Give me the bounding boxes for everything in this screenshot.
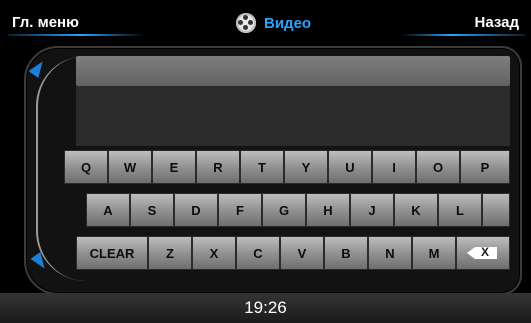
key-t[interactable]: T [240, 150, 284, 184]
search-input[interactable] [76, 56, 510, 86]
main-menu-button[interactable]: Гл. меню [12, 14, 79, 31]
key-r[interactable]: R [196, 150, 240, 184]
key-q[interactable]: Q [64, 150, 108, 184]
left-accent-line [8, 34, 140, 36]
key-w[interactable]: W [108, 150, 152, 184]
key-g[interactable]: G [262, 193, 306, 227]
right-accent-line [403, 34, 525, 36]
backspace-icon: X [467, 245, 497, 259]
key-l[interactable]: L [438, 193, 482, 227]
title-text: Видео [264, 14, 312, 32]
screen-title: Видео [236, 12, 311, 34]
key-n[interactable]: N [368, 236, 412, 270]
key-c[interactable]: C [236, 236, 280, 270]
key-u[interactable]: U [328, 150, 372, 184]
clear-key[interactable]: CLEAR [76, 236, 148, 270]
key-s[interactable]: S [130, 193, 174, 227]
clock: 19:26 [244, 298, 287, 317]
key-e[interactable]: E [152, 150, 196, 184]
key-blank [482, 193, 510, 227]
back-button[interactable]: Назад [475, 14, 519, 31]
key-a[interactable]: A [86, 193, 130, 227]
status-bar: 19:26 [0, 293, 531, 323]
key-o[interactable]: O [416, 150, 460, 184]
key-z[interactable]: Z [148, 236, 192, 270]
key-m[interactable]: M [412, 236, 456, 270]
top-bar: Гл. меню Видео Назад [0, 0, 531, 42]
key-x[interactable]: X [192, 236, 236, 270]
key-y[interactable]: Y [284, 150, 328, 184]
key-d[interactable]: D [174, 193, 218, 227]
key-b[interactable]: B [324, 236, 368, 270]
key-h[interactable]: H [306, 193, 350, 227]
film-reel-icon [236, 13, 256, 33]
key-f[interactable]: F [218, 193, 262, 227]
backspace-label: X [481, 245, 490, 259]
backspace-key[interactable]: X [456, 236, 510, 270]
key-v[interactable]: V [280, 236, 324, 270]
key-i[interactable]: I [372, 150, 416, 184]
key-k[interactable]: K [394, 193, 438, 227]
key-p[interactable]: P [460, 150, 510, 184]
key-j[interactable]: J [350, 193, 394, 227]
input-display-area [76, 86, 510, 146]
